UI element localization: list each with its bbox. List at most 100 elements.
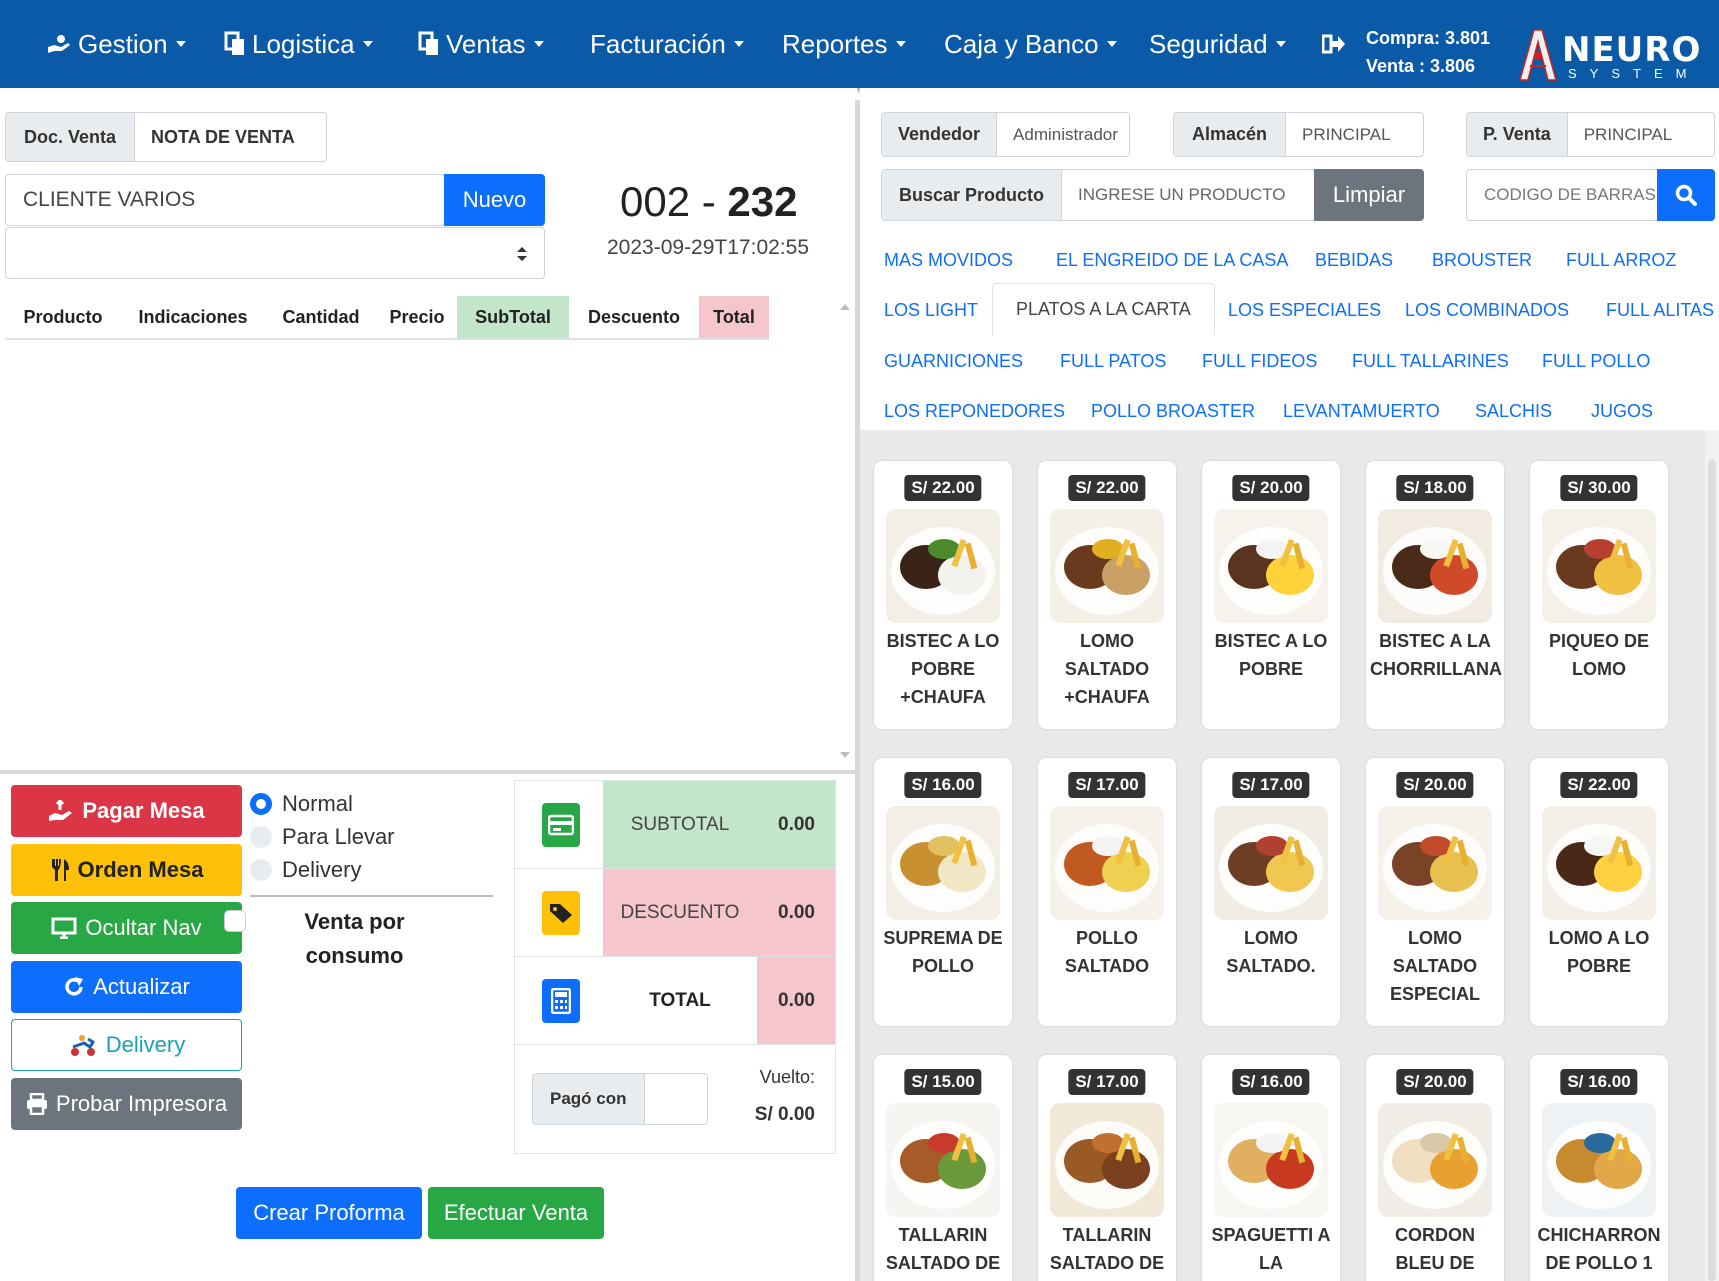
crear-proforma-button[interactable]: Crear Proforma (236, 1187, 422, 1239)
nav-gestion[interactable]: Gestion (46, 0, 186, 88)
category-tab[interactable]: FULL ALITAS (1606, 300, 1714, 321)
radio-checked-icon[interactable] (250, 793, 272, 815)
product-card[interactable]: S/ 17.00 LOMO SALTADO. (1202, 758, 1340, 1026)
product-card[interactable]: S/ 16.00 SPAGUETTI A LA BOLOGNESA (1202, 1055, 1340, 1281)
radio-icon[interactable] (250, 859, 272, 881)
probar-impresora-button[interactable]: Probar Impresora (11, 1078, 242, 1130)
barcode-input[interactable]: CODIGO DE BARRAS (1466, 169, 1658, 221)
nav-ventas[interactable]: Ventas (418, 0, 544, 88)
product-price: S/ 20.00 (1396, 772, 1474, 798)
category-tab[interactable]: BEBIDAS (1315, 250, 1393, 271)
product-card[interactable]: S/ 20.00 BISTEC A LO POBRE (1202, 461, 1340, 729)
efectuar-venta-button[interactable]: Efectuar Venta (428, 1187, 604, 1239)
category-tab[interactable]: JUGOS (1591, 401, 1653, 422)
product-card[interactable]: S/ 30.00 PIQUEO DE LOMO (1530, 461, 1668, 729)
category-tab[interactable]: FULL FIDEOS (1202, 351, 1317, 372)
order-type-delivery[interactable]: Delivery (250, 857, 361, 883)
order-type-normal-label: Normal (282, 791, 353, 816)
scroll-up-icon[interactable] (840, 304, 850, 310)
orden-mesa-label: Orden Mesa (77, 857, 204, 882)
category-tab-active[interactable]: PLATOS A LA CARTA (992, 283, 1215, 335)
limpiar-button[interactable]: Limpiar (1314, 169, 1424, 221)
doc-venta-group[interactable]: Doc. Venta NOTA DE VENTA (5, 112, 327, 162)
items-scrollbar[interactable] (835, 296, 853, 766)
actualizar-button[interactable]: Actualizar (11, 961, 242, 1013)
logout-button[interactable] (1322, 0, 1352, 88)
scrollbar-thumb[interactable] (1708, 460, 1716, 1281)
product-card[interactable]: S/ 20.00 LOMO SALTADO ESPECIAL (1366, 758, 1504, 1026)
nav-reportes[interactable]: Reportes (782, 0, 906, 88)
product-price: S/ 17.00 (1232, 772, 1310, 798)
chevron-down-icon (533, 41, 544, 47)
pago-con-group[interactable]: Pagó con (532, 1073, 708, 1125)
vuelto-value: S/ 0.00 (754, 1104, 815, 1125)
product-card[interactable]: S/ 16.00 SUPREMA DE POLLO (874, 758, 1012, 1026)
delivery-button[interactable]: Delivery (11, 1019, 242, 1071)
doc-venta-select[interactable]: NOTA DE VENTA (135, 113, 319, 161)
client-input[interactable]: CLIENTE VARIOS (5, 174, 445, 226)
product-name: BISTEC A LO POBRE (1214, 631, 1328, 679)
col-precio: Precio (377, 296, 457, 340)
category-tab[interactable]: LEVANTAMUERTO (1283, 401, 1440, 422)
category-tab[interactable]: MAS MOVIDOS (884, 250, 1013, 271)
nav-logistica[interactable]: Logistica (224, 0, 373, 88)
client-select[interactable] (5, 227, 545, 279)
product-grid-scrollbar[interactable] (1705, 430, 1719, 1281)
logo-text-main: NEURO (1562, 30, 1702, 70)
radio-icon[interactable] (250, 826, 272, 848)
buscar-producto-group[interactable]: Buscar Producto INGRESE UN PRODUCTO (881, 169, 1315, 221)
nav-reportes-label: Reportes (782, 28, 888, 59)
product-card[interactable]: S/ 18.00 BISTEC A LA CHORRILLANA (1366, 461, 1504, 729)
pagar-mesa-button[interactable]: Pagar Mesa (11, 785, 242, 837)
product-card[interactable]: S/ 15.00 TALLARIN SALTADO DE POLLO (874, 1055, 1012, 1281)
col-cantidad: Cantidad (265, 296, 377, 340)
product-image (1542, 509, 1656, 623)
barcode-search-button[interactable] (1657, 169, 1715, 221)
category-tab[interactable]: LOS REPONEDORES (884, 401, 1065, 422)
buscar-producto-input[interactable]: INGRESE UN PRODUCTO (1062, 170, 1302, 220)
product-price: S/ 20.00 (1232, 475, 1310, 501)
nav-facturacion[interactable]: Facturación (590, 0, 744, 88)
category-tab[interactable]: EL ENGREIDO DE LA CASA (1056, 250, 1288, 271)
product-price: S/ 16.00 (904, 772, 982, 798)
category-tab[interactable]: SALCHIS (1475, 401, 1552, 422)
nav-caja-banco[interactable]: Caja y Banco (944, 0, 1117, 88)
product-card[interactable]: S/ 20.00 CORDON BLEU DE POLLO (1366, 1055, 1504, 1281)
vendedor-value: Administrador (1013, 124, 1118, 144)
venta-por-consumo: Venta por consumo (304, 909, 405, 968)
scroll-down-icon[interactable] (840, 752, 850, 758)
totals-panel: SUBTOTAL 0.00 DESCUENTO 0.00 TOTAL 0.00 … (514, 780, 836, 1154)
category-tab[interactable]: GUARNICIONES (884, 351, 1023, 372)
nav-toggle-switch[interactable] (224, 910, 246, 932)
product-card[interactable]: S/ 16.00 CHICHARRON DE POLLO 1 (1530, 1055, 1668, 1281)
category-tab[interactable]: FULL PATOS (1060, 351, 1166, 372)
pago-con-label: Pagó con (533, 1074, 645, 1124)
punto-venta-group: P. Venta PRINCIPAL (1466, 112, 1715, 157)
product-name: LOMO A LO POBRE (1548, 928, 1650, 976)
category-tab[interactable]: POLLO BROASTER (1091, 401, 1255, 422)
category-tab[interactable]: FULL ARROZ (1566, 250, 1676, 271)
pago-con-input[interactable] (645, 1074, 707, 1124)
product-card[interactable]: S/ 22.00 LOMO A LO POBRE (1530, 758, 1668, 1026)
orden-mesa-button[interactable]: Orden Mesa (11, 844, 242, 896)
order-type-normal[interactable]: Normal (250, 791, 353, 817)
doc-venta-label: Doc. Venta (6, 113, 136, 161)
new-client-button[interactable]: Nuevo (444, 174, 545, 226)
descuento-value: 0.00 (757, 869, 835, 956)
category-tab[interactable]: LOS COMBINADOS (1405, 300, 1569, 321)
rate-venta: Venta : 3.806 (1366, 56, 1476, 76)
product-card[interactable]: S/ 22.00 LOMO SALTADO +CHAUFA (1038, 461, 1176, 729)
product-card[interactable]: S/ 17.00 POLLO SALTADO (1038, 758, 1176, 1026)
ocultar-nav-label: Ocultar Nav (85, 915, 202, 940)
order-type-para-llevar[interactable]: Para Llevar (250, 824, 395, 850)
category-tab[interactable]: FULL TALLARINES (1352, 351, 1509, 372)
category-tab[interactable]: BROUSTER (1432, 250, 1532, 271)
category-tab[interactable]: LOS LIGHT (884, 300, 978, 321)
product-card[interactable]: S/ 22.00 BISTEC A LO POBRE +CHAUFA (874, 461, 1012, 729)
almacen-label: Almacén (1174, 113, 1287, 156)
category-tab[interactable]: LOS ESPECIALES (1228, 300, 1381, 321)
nav-seguridad[interactable]: Seguridad (1149, 0, 1286, 88)
category-tab[interactable]: FULL POLLO (1542, 351, 1650, 372)
product-card[interactable]: S/ 17.00 TALLARIN SALTADO DE RES (1038, 1055, 1176, 1281)
ocultar-nav-button[interactable]: Ocultar Nav (11, 902, 242, 954)
